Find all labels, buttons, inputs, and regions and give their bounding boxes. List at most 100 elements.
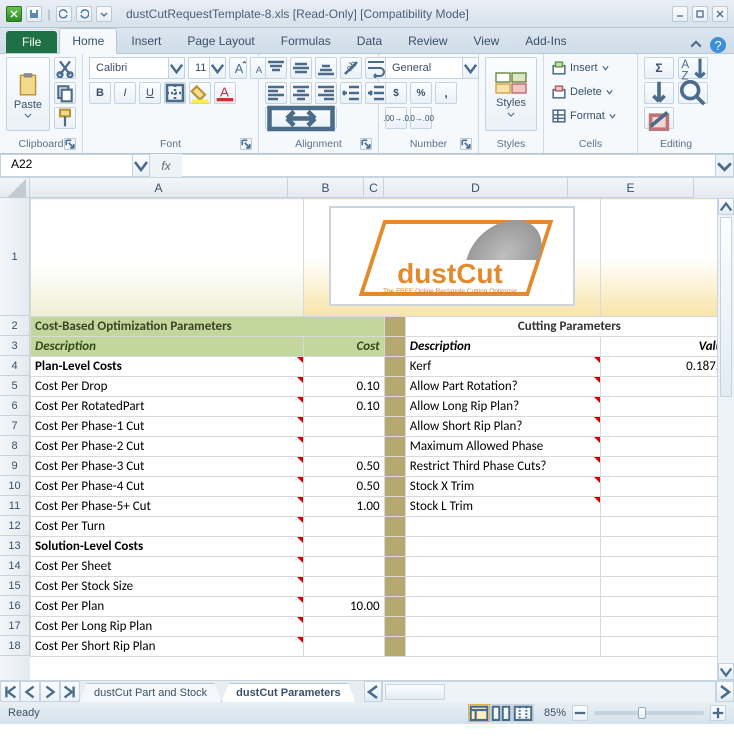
cell[interactable] [304,617,384,637]
cell[interactable]: Cost-Based Optimization Parameters [31,317,385,337]
cell[interactable]: Cost Per Phase-5+ Cut [31,497,304,517]
cell[interactable] [384,437,405,457]
cell[interactable]: Cost Per Stock Size [31,577,304,597]
scroll-left-icon[interactable] [364,681,382,702]
sort-filter-icon[interactable]: AZ [678,57,708,79]
col-header[interactable]: A [30,178,288,198]
row-header[interactable]: 18 [0,636,30,656]
tab-review[interactable]: Review [396,29,459,53]
row-header[interactable]: 4 [0,356,30,376]
cell[interactable]: Cost Per Turn [31,517,304,537]
cell[interactable]: y [600,377,733,397]
cell[interactable]: Cutting Parameters [405,317,733,337]
row-header[interactable]: 17 [0,616,30,636]
cell[interactable] [384,577,405,597]
cell[interactable] [384,637,405,657]
tab-prev-icon[interactable] [20,681,40,702]
fx-label[interactable]: fx [150,154,182,177]
scroll-down-icon[interactable] [718,663,734,680]
fill-color-icon[interactable] [189,82,211,104]
scroll-thumb[interactable] [720,217,732,397]
cell[interactable] [304,577,384,597]
cell[interactable] [405,517,600,537]
cell[interactable]: Restrict Third Phase Cuts? [405,457,600,477]
fill-icon[interactable] [644,82,674,104]
col-header[interactable]: D [384,178,568,198]
align-top-icon[interactable] [265,57,287,79]
cell[interactable] [405,577,600,597]
cell[interactable] [384,497,405,517]
cell[interactable] [304,637,384,657]
qat-customize-icon[interactable] [96,6,112,22]
zoom-knob[interactable] [638,707,646,719]
number-launcher-icon[interactable] [460,138,472,150]
cell[interactable]: 0.50 [304,477,384,497]
vertical-scrollbar[interactable] [717,198,734,680]
row-header[interactable]: 12 [0,516,30,536]
page-break-view-icon[interactable] [512,704,534,722]
sheet-tab[interactable]: dustCut Parameters [221,683,356,702]
cell[interactable]: Allow Part Rotation? [405,377,600,397]
cell[interactable]: Cost Per Phase-2 Cut [31,437,304,457]
help-icon[interactable]: ? [710,37,726,53]
cell[interactable]: Stock L Trim [405,497,600,517]
scroll-thumb[interactable] [385,684,445,700]
tab-formulas[interactable]: Formulas [269,29,343,53]
cell[interactable] [600,617,733,637]
cell-grid[interactable]: dustCut The FREE Online Rectangle Cuttin… [30,198,734,680]
row-header[interactable]: 10 [0,476,30,496]
tab-last-icon[interactable] [60,681,80,702]
cell[interactable] [405,597,600,617]
cell[interactable]: 6 [600,437,733,457]
cell[interactable] [384,417,405,437]
cell[interactable]: Cost Per Phase-3 Cut [31,457,304,477]
border-icon[interactable] [164,82,186,104]
decrease-decimal-icon[interactable]: .0→.00 [410,107,432,129]
formula-input[interactable] [182,154,716,177]
cell[interactable] [600,557,733,577]
bold-icon[interactable]: B [89,82,111,104]
decrease-indent-icon[interactable] [340,82,362,104]
cell[interactable] [405,617,600,637]
cell[interactable]: Maximum Allowed Phase [405,437,600,457]
zoom-in-icon[interactable] [710,705,726,721]
cell[interactable] [405,557,600,577]
minimize-icon[interactable] [672,6,688,22]
tab-next-icon[interactable] [40,681,60,702]
currency-icon[interactable]: $ [385,82,407,104]
col-header[interactable]: E [568,178,694,198]
cell[interactable] [600,637,733,657]
underline-icon[interactable]: U [139,82,161,104]
row-header[interactable]: 7 [0,416,30,436]
col-header[interactable]: C [364,178,384,198]
scroll-up-icon[interactable] [718,198,734,215]
chevron-down-icon[interactable] [132,154,150,177]
row-header[interactable]: 3 [0,336,30,356]
comma-icon[interactable]: , [435,82,457,104]
paste-button[interactable]: Paste [6,57,50,131]
cell[interactable]: Plan-Level Costs [31,357,304,377]
cell[interactable]: Cost Per Drop [31,377,304,397]
redo-icon[interactable] [76,6,92,22]
cell[interactable]: 10.00 [304,597,384,617]
tab-first-icon[interactable] [0,681,20,702]
cell[interactable]: Solution-Level Costs [31,537,304,557]
merge-center-icon[interactable] [265,107,337,129]
cell[interactable]: 0.10 [304,377,384,397]
cell[interactable] [304,417,384,437]
font-color-icon[interactable]: A [214,82,236,104]
cell[interactable]: Value [600,337,733,357]
row-header[interactable]: 13 [0,536,30,556]
row-header[interactable]: 6 [0,396,30,416]
page-layout-view-icon[interactable] [490,704,512,722]
save-icon[interactable] [26,6,42,22]
cell[interactable] [384,517,405,537]
sheet-tab[interactable]: dustCut Part and Stock [79,683,222,702]
maximize-icon[interactable] [692,6,708,22]
find-select-icon[interactable] [678,82,708,104]
zoom-out-icon[interactable] [572,705,588,721]
row-header[interactable]: 5 [0,376,30,396]
tab-home[interactable]: Home [59,28,117,54]
cell[interactable]: 1.00 [304,497,384,517]
cell[interactable] [384,457,405,477]
